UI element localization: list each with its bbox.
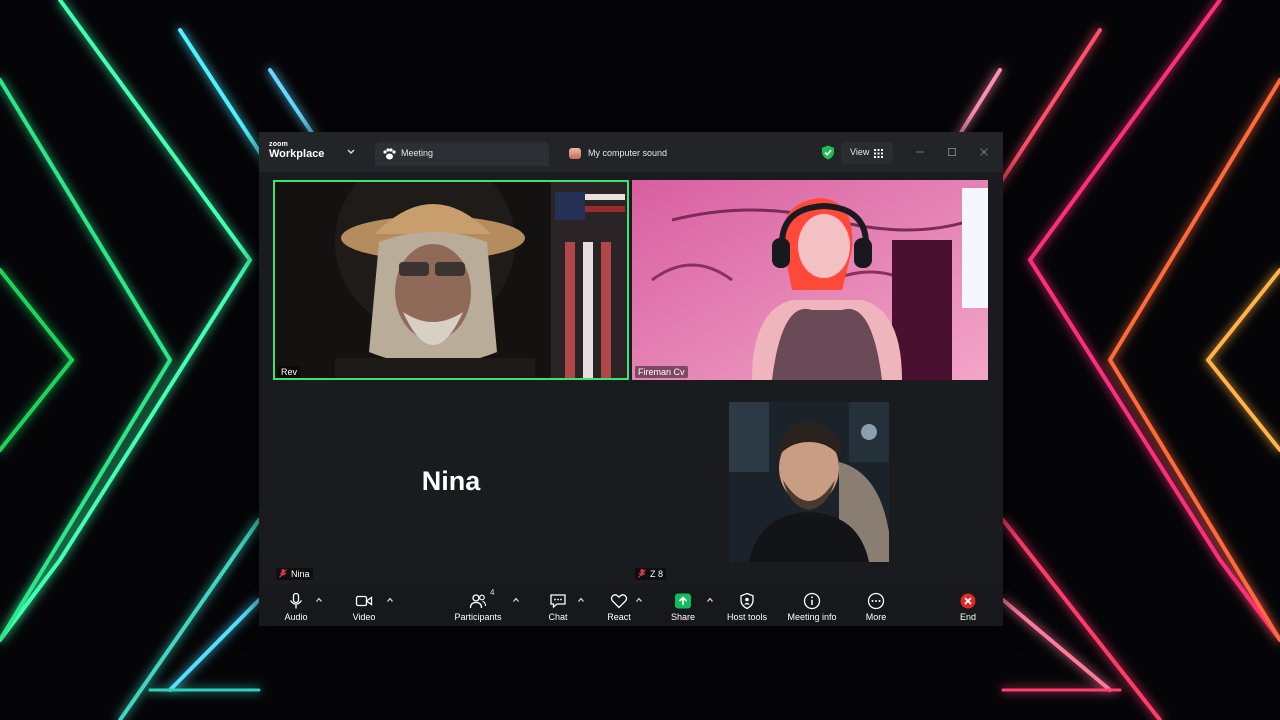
meeting-info-button[interactable]: Meeting info — [786, 592, 838, 626]
view-button[interactable]: View — [841, 142, 893, 164]
close-icon[interactable] — [977, 145, 991, 159]
participant-video-z8 — [729, 402, 889, 562]
name-tag-z8: Z 8 — [635, 568, 667, 580]
video-tile-rev[interactable]: Rev — [273, 180, 629, 380]
host-shield-icon — [740, 592, 754, 610]
microphone-icon — [289, 592, 303, 609]
host-tools-button[interactable]: Host tools — [725, 592, 769, 626]
mic-muted-icon — [279, 569, 287, 578]
mic-muted-icon — [638, 569, 646, 578]
chat-button[interactable]: Chat — [543, 592, 573, 626]
grid-icon — [874, 149, 883, 158]
video-button[interactable]: Video — [349, 592, 379, 626]
video-tile-fireman-cv[interactable]: Fireman Cv — [632, 180, 988, 380]
meeting-info-label: Meeting info — [787, 612, 837, 622]
audio-button[interactable]: Audio — [281, 592, 311, 626]
app-thumbnail-icon — [569, 148, 581, 159]
end-call-icon — [960, 593, 976, 609]
video-tile-z8[interactable]: Z 8 — [632, 384, 988, 584]
react-button[interactable]: React — [604, 592, 634, 626]
name-tag-rev: Rev — [278, 366, 301, 378]
audio-label: Audio — [284, 612, 308, 622]
minimize-icon[interactable] — [913, 145, 927, 159]
video-tile-nina[interactable]: Nina Nina — [273, 384, 629, 584]
participant-video-fireman-cv — [632, 180, 988, 380]
audio-options-caret-icon[interactable] — [315, 596, 323, 604]
paw-icon — [383, 148, 396, 160]
tab-meeting[interactable]: Meeting — [375, 142, 549, 166]
tab-sound-label: My computer sound — [588, 148, 668, 158]
view-label: View — [850, 147, 870, 157]
video-options-caret-icon[interactable] — [386, 596, 394, 604]
share-options-caret-icon[interactable] — [706, 596, 714, 604]
more-button[interactable]: More — [861, 592, 891, 626]
participant-video-rev — [275, 182, 627, 378]
info-icon — [803, 592, 821, 610]
video-label: Video — [352, 612, 376, 622]
chat-label: Chat — [548, 612, 568, 622]
more-dots-icon — [867, 592, 885, 610]
heart-icon — [610, 594, 628, 609]
shield-check-icon[interactable] — [821, 145, 835, 160]
zoom-workplace-logo[interactable]: zoom Workplace — [269, 141, 324, 160]
brand-small: zoom — [269, 141, 289, 148]
share-screen-icon — [675, 593, 691, 609]
tab-meeting-label: Meeting — [401, 148, 434, 158]
video-camera-icon — [355, 595, 373, 607]
brand-name: Workplace — [269, 148, 325, 160]
more-label: More — [865, 612, 887, 622]
share-label: Share — [670, 612, 696, 622]
name-tag-nina-label: Nina — [291, 569, 310, 579]
participants-button[interactable]: Participants — [453, 592, 503, 626]
chevron-down-icon[interactable] — [346, 147, 356, 157]
react-options-caret-icon[interactable] — [635, 596, 643, 604]
end-meeting-button[interactable]: End — [953, 592, 983, 626]
name-tag-nina: Nina — [276, 568, 313, 580]
end-label: End — [959, 612, 976, 622]
participant-display-name: Nina — [421, 466, 481, 496]
name-tag-fireman-cv: Fireman Cv — [635, 366, 688, 378]
share-button[interactable]: Share — [668, 592, 698, 626]
participants-options-caret-icon[interactable] — [512, 596, 520, 604]
react-label: React — [607, 612, 631, 622]
name-tag-z8-label: Z 8 — [650, 569, 664, 579]
tab-my-computer-sound[interactable]: My computer sound — [565, 142, 745, 166]
meeting-toolbar: Audio Video Participants 4 Chat React Sh… — [259, 584, 1003, 626]
chat-bubble-icon — [550, 594, 566, 609]
host-tools-label: Host tools — [726, 612, 768, 622]
participants-label: Participants — [454, 612, 502, 622]
title-bar: zoom Workplace Meeting My computer sound… — [259, 132, 1003, 172]
chat-options-caret-icon[interactable] — [577, 596, 585, 604]
maximize-icon[interactable] — [945, 145, 959, 159]
zoom-meeting-window: zoom Workplace Meeting My computer sound… — [259, 132, 1003, 626]
participants-icon — [469, 594, 487, 609]
participants-count: 4 — [490, 588, 495, 597]
